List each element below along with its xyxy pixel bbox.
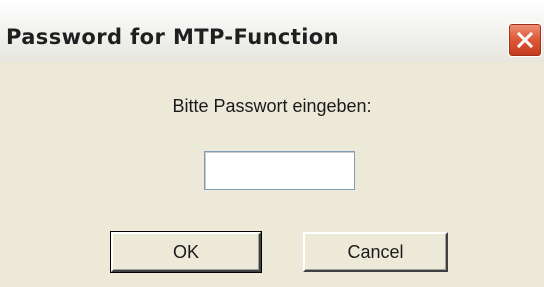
title-bar[interactable]: Password for MTP-Function	[0, 0, 544, 62]
password-input[interactable]	[204, 151, 355, 190]
close-icon	[516, 31, 534, 49]
password-dialog: Password for MTP-Function Bitte Passwort…	[0, 0, 544, 287]
ok-button[interactable]: OK	[110, 231, 262, 273]
cancel-button[interactable]: Cancel	[303, 232, 448, 272]
password-prompt-label: Bitte Passwort eingeben:	[172, 96, 372, 116]
close-button[interactable]	[508, 23, 542, 57]
dialog-body: Bitte Passwort eingeben: OK Cancel	[0, 62, 544, 287]
window-title: Password for MTP-Function	[6, 25, 339, 49]
